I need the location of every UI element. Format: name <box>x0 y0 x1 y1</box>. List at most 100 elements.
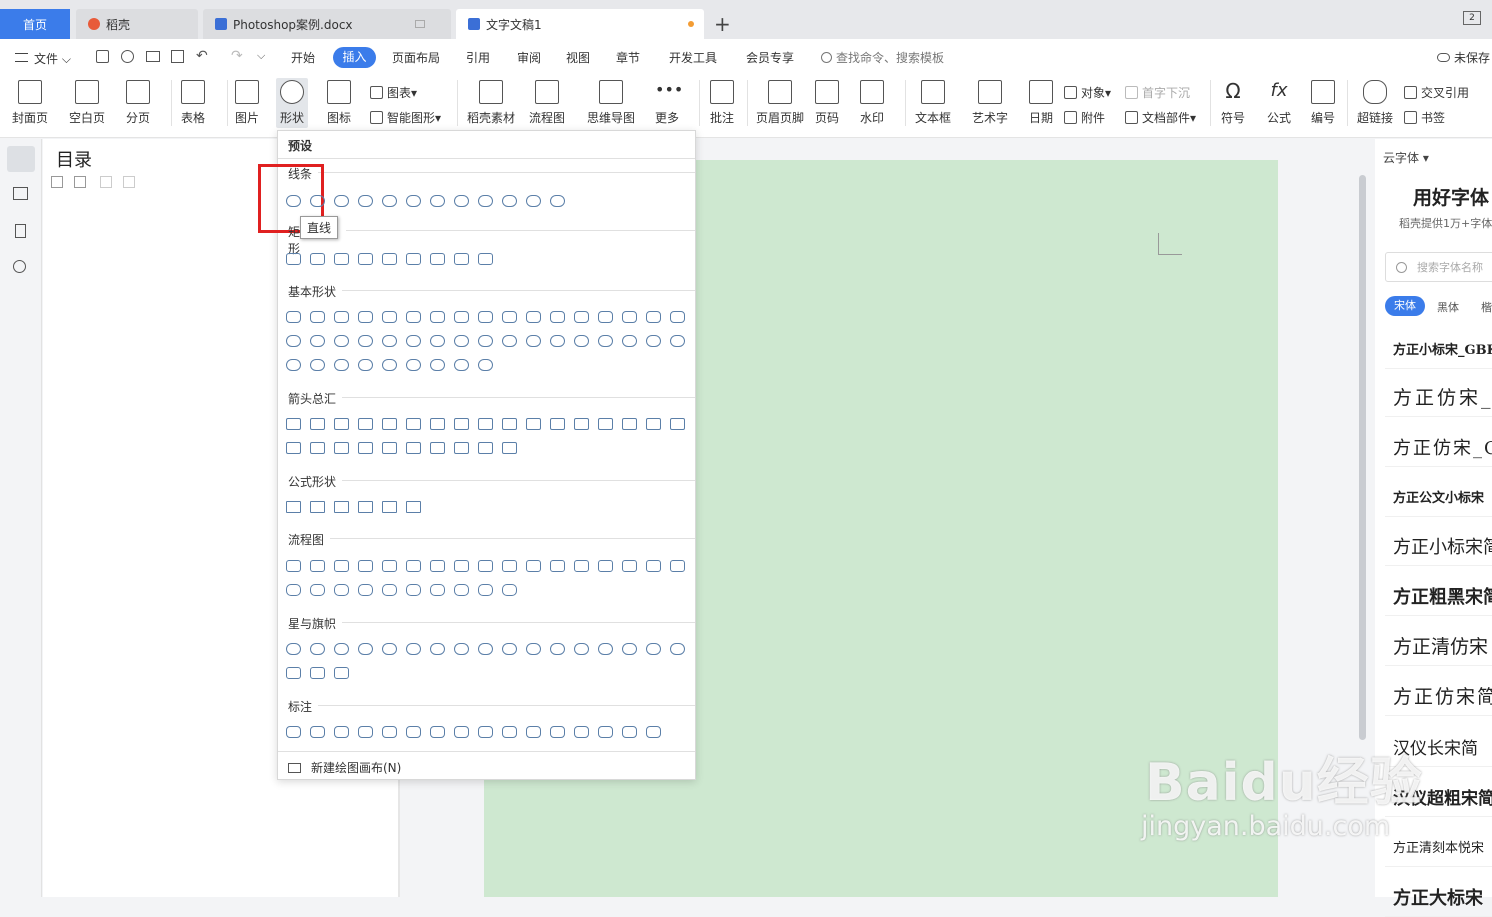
shape-option-icon[interactable] <box>622 643 637 655</box>
shape-option-icon[interactable] <box>382 418 397 430</box>
menu-member[interactable]: 会员专享 <box>746 49 794 66</box>
shape-option-icon[interactable] <box>574 643 589 655</box>
shape-option-icon[interactable] <box>550 418 565 430</box>
shape-option-icon[interactable] <box>646 726 661 738</box>
more-button[interactable]: ••• 更多 <box>655 80 683 126</box>
doc-parts-button[interactable]: 文档部件 ▾ <box>1125 109 1196 126</box>
shape-option-icon[interactable] <box>406 311 421 323</box>
shape-option-icon[interactable] <box>454 442 469 454</box>
shape-option-icon[interactable] <box>430 560 445 572</box>
shape-option-icon[interactable] <box>382 726 397 738</box>
watermark-button[interactable]: 水印 <box>860 80 884 126</box>
shape-option-icon[interactable] <box>598 560 613 572</box>
shape-option-icon[interactable] <box>502 726 517 738</box>
search-command[interactable]: 查找命令、搜索模板 <box>821 49 944 66</box>
shape-option-icon[interactable] <box>574 560 589 572</box>
shape-option-icon[interactable] <box>550 311 565 323</box>
hamburger-icon[interactable] <box>15 53 28 62</box>
tab-docer[interactable]: 稻壳 <box>76 9 198 39</box>
shape-option-icon[interactable] <box>478 418 493 430</box>
shape-option-icon[interactable] <box>286 359 301 371</box>
shape-option-icon[interactable] <box>310 195 325 207</box>
shape-option-icon[interactable] <box>598 335 613 347</box>
shape-option-icon[interactable] <box>430 335 445 347</box>
shape-option-icon[interactable] <box>382 359 397 371</box>
date-button[interactable]: 日期 <box>1029 80 1053 126</box>
shape-option-icon[interactable] <box>454 359 469 371</box>
shape-option-icon[interactable] <box>646 643 661 655</box>
font-item[interactable]: 方正仿宋简体 <box>1385 676 1492 716</box>
shape-option-icon[interactable] <box>622 311 637 323</box>
shape-option-icon[interactable] <box>502 195 517 207</box>
formula-button[interactable]: fx 公式 <box>1267 80 1291 126</box>
numbering-button[interactable]: 编号 <box>1311 80 1335 126</box>
shape-option-icon[interactable] <box>574 418 589 430</box>
shape-option-icon[interactable] <box>478 726 493 738</box>
shape-option-icon[interactable] <box>502 643 517 655</box>
shape-option-icon[interactable] <box>382 643 397 655</box>
tab-photoshop-doc[interactable]: Photoshop案例.docx <box>203 9 451 39</box>
shape-option-icon[interactable] <box>382 253 397 265</box>
shape-option-icon[interactable] <box>430 311 445 323</box>
toc-nav-icon[interactable] <box>7 146 35 172</box>
shape-option-icon[interactable] <box>358 253 373 265</box>
font-search-input[interactable]: 搜索字体名称 <box>1385 252 1492 282</box>
bookmark-button[interactable]: 书签 <box>1404 109 1445 126</box>
object-button[interactable]: 对象 ▾ <box>1064 84 1111 101</box>
shape-option-icon[interactable] <box>430 418 445 430</box>
shape-option-icon[interactable] <box>526 560 541 572</box>
shape-option-icon[interactable] <box>550 560 565 572</box>
shape-option-icon[interactable] <box>430 195 445 207</box>
shape-option-icon[interactable] <box>454 726 469 738</box>
shape-option-icon[interactable] <box>670 560 685 572</box>
picture-button[interactable]: 图片 <box>235 80 259 126</box>
bookmark-nav-icon[interactable] <box>15 224 26 238</box>
shape-option-icon[interactable] <box>406 584 421 596</box>
tab-home[interactable]: 首页 <box>0 9 70 39</box>
shape-option-icon[interactable] <box>310 311 325 323</box>
shape-option-icon[interactable] <box>334 584 349 596</box>
page-break-button[interactable]: 分页 <box>126 80 150 126</box>
shape-option-icon[interactable] <box>382 195 397 207</box>
shape-option-icon[interactable] <box>478 195 493 207</box>
shape-option-icon[interactable] <box>502 560 517 572</box>
shape-option-icon[interactable] <box>310 335 325 347</box>
quick-access-dropdown-icon[interactable]: ⌵ <box>257 49 265 63</box>
shape-option-icon[interactable] <box>646 335 661 347</box>
shape-option-icon[interactable] <box>478 253 493 265</box>
menu-developer[interactable]: 开发工具 <box>669 49 717 66</box>
shape-option-icon[interactable] <box>358 359 373 371</box>
shape-option-icon[interactable] <box>598 311 613 323</box>
page-number-button[interactable]: 页码 <box>815 80 839 126</box>
shape-option-icon[interactable] <box>454 560 469 572</box>
shape-option-icon[interactable] <box>286 311 301 323</box>
shape-option-icon[interactable] <box>502 584 517 596</box>
shape-option-icon[interactable] <box>478 311 493 323</box>
cross-reference-button[interactable]: 交叉引用 <box>1404 84 1469 101</box>
tab-current-doc[interactable]: 文字文稿1 <box>456 9 704 39</box>
shape-option-icon[interactable] <box>310 253 325 265</box>
shape-option-icon[interactable] <box>454 311 469 323</box>
shape-option-icon[interactable] <box>454 253 469 265</box>
output-icon[interactable] <box>121 50 134 63</box>
header-footer-button[interactable]: 页眉页脚 <box>756 80 804 126</box>
preview-icon[interactable] <box>171 50 184 63</box>
shape-option-icon[interactable] <box>478 359 493 371</box>
shape-option-icon[interactable] <box>550 195 565 207</box>
shape-option-icon[interactable] <box>382 442 397 454</box>
remove-heading-icon[interactable] <box>123 176 135 188</box>
cover-page-button[interactable]: 封面页 <box>12 80 48 126</box>
icons-button[interactable]: 图标 <box>327 80 351 126</box>
shape-option-icon[interactable] <box>334 253 349 265</box>
font-item[interactable]: 方正大标宋 <box>1385 877 1492 917</box>
shape-option-icon[interactable] <box>430 726 445 738</box>
menu-view[interactable]: 视图 <box>566 49 590 66</box>
shape-option-icon[interactable] <box>334 335 349 347</box>
shape-option-icon[interactable] <box>310 560 325 572</box>
table-button[interactable]: 表格 <box>181 80 205 126</box>
shape-option-icon[interactable] <box>334 418 349 430</box>
blank-page-button[interactable]: 空白页 <box>69 80 105 126</box>
shape-option-icon[interactable] <box>478 584 493 596</box>
shape-option-icon[interactable] <box>502 311 517 323</box>
shape-option-icon[interactable] <box>406 418 421 430</box>
